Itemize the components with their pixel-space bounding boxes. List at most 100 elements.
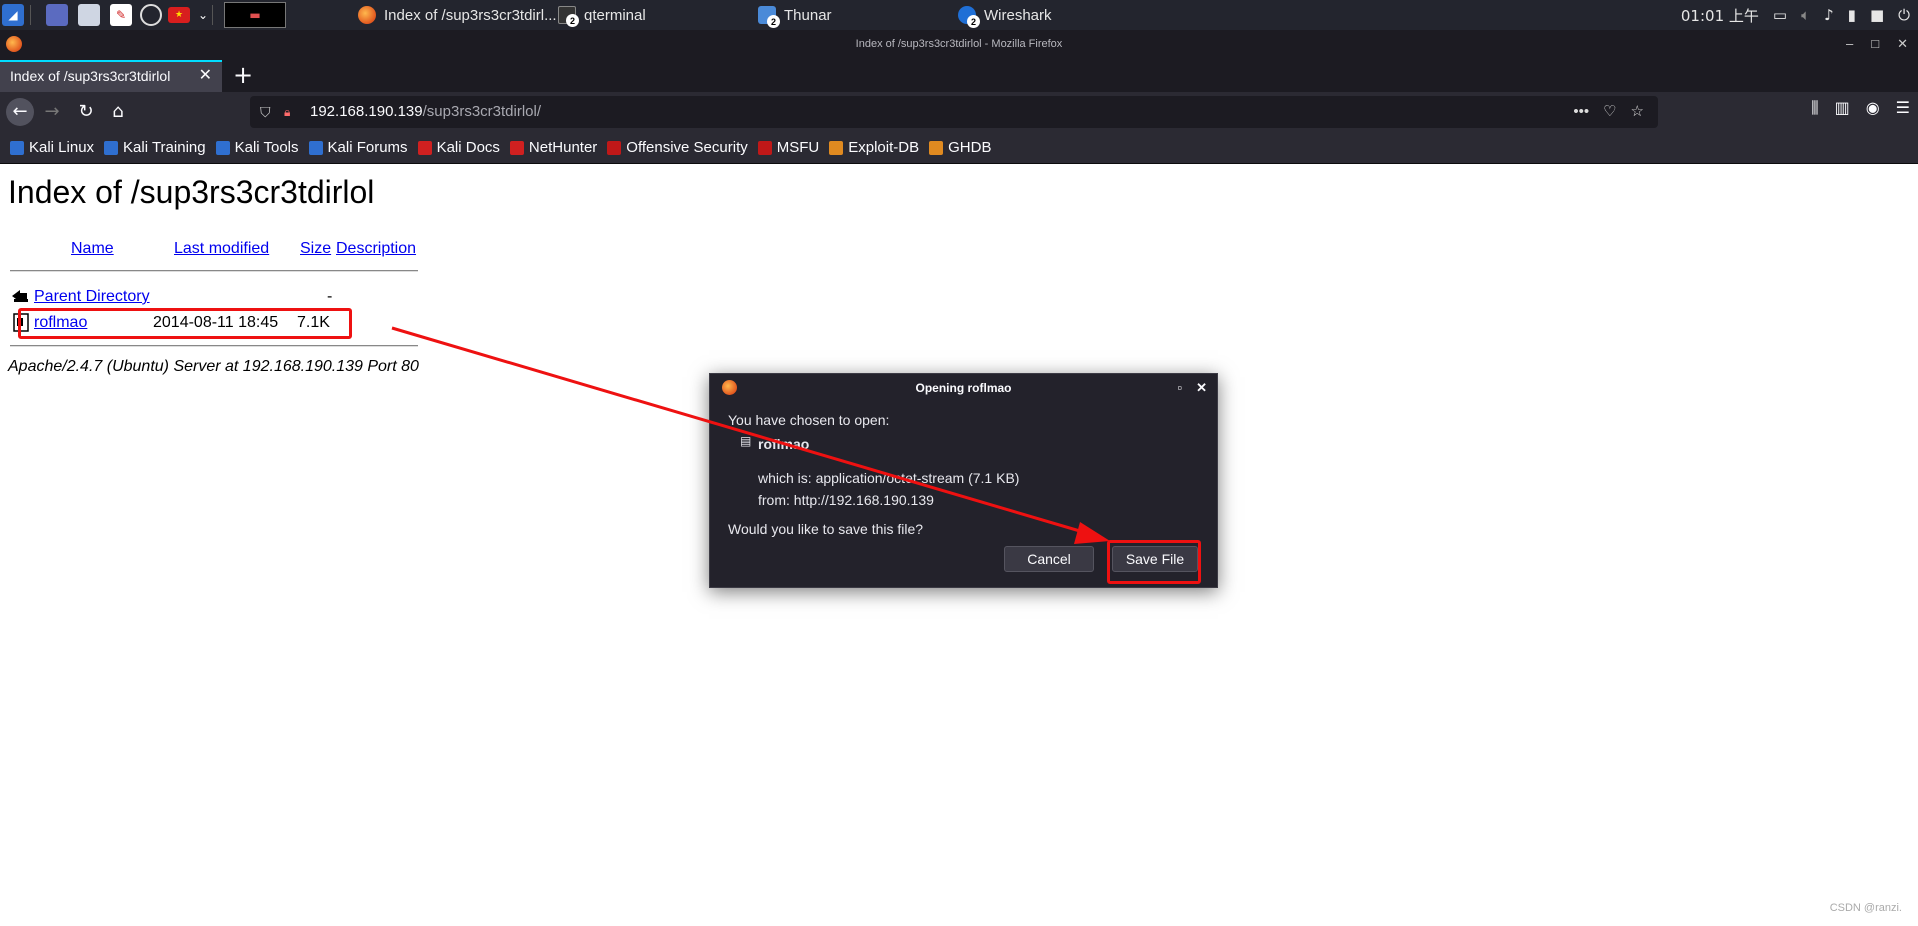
pocket-icon[interactable]: ♡ bbox=[1603, 96, 1616, 128]
taskbar-separator bbox=[212, 5, 213, 25]
column-size[interactable]: Size bbox=[300, 240, 331, 258]
tab-bar: Index of /sup3rs3cr3tdirlol ✕ + bbox=[0, 58, 1918, 92]
bookmark-item[interactable]: Offensive Security bbox=[607, 139, 748, 156]
volume-icon[interactable]: 🔈︎ bbox=[1801, 6, 1810, 24]
bookmark-item[interactable]: Exploit-DB bbox=[829, 139, 919, 156]
bookmark-star-icon[interactable]: ☆ bbox=[1631, 96, 1644, 128]
menu-icon[interactable]: ☰ bbox=[1896, 98, 1910, 118]
column-description[interactable]: Description bbox=[336, 240, 416, 258]
new-tab-button[interactable]: + bbox=[233, 58, 253, 92]
bookmark-icon bbox=[215, 140, 230, 155]
flag-icon[interactable]: ★ bbox=[168, 7, 190, 23]
library-icon[interactable]: ⫼ bbox=[1811, 98, 1818, 118]
bookmark-label: Kali Tools bbox=[234, 139, 299, 156]
lock-icon[interactable]: ■ bbox=[1870, 6, 1884, 24]
wireshark-icon: 2 bbox=[958, 6, 980, 28]
dialog-controls: ▫ ✕ bbox=[1177, 374, 1207, 402]
dialog-question: Would you like to save this file? bbox=[728, 521, 924, 537]
task-badge: 2 bbox=[767, 15, 780, 28]
annotation-box-file bbox=[18, 308, 352, 339]
tab-active[interactable]: Index of /sup3rs3cr3tdirlol ✕ bbox=[0, 60, 222, 92]
terminal-icon[interactable]: ▬ bbox=[224, 2, 286, 28]
shield-icon[interactable]: ⛉ bbox=[260, 96, 271, 128]
insecure-lock-icon[interactable]: 🔒︎ bbox=[284, 96, 290, 128]
reload-button[interactable]: ↻ bbox=[72, 98, 100, 126]
document-icon: ▤ bbox=[740, 434, 752, 448]
nav-bar: ← → ↻ ⌂ ⛉ 🔒︎ 192.168.190.139/sup3rs3cr3t… bbox=[0, 92, 1918, 132]
battery-icon[interactable]: ▮ bbox=[1848, 6, 1856, 24]
bookmark-icon bbox=[104, 140, 119, 155]
firefox-icon bbox=[722, 380, 737, 395]
bookmark-icon bbox=[509, 140, 524, 155]
bookmark-label: Kali Training bbox=[123, 139, 206, 156]
bookmark-item[interactable]: NetHunter bbox=[509, 139, 597, 156]
firefox-icon bbox=[358, 6, 376, 24]
tab-close-icon[interactable]: ✕ bbox=[199, 62, 212, 90]
maximize-icon[interactable]: ▫ bbox=[1177, 374, 1182, 402]
dialog-filetype: which is: application/octet-stream (7.1 … bbox=[758, 470, 1020, 486]
kali-menu-icon[interactable]: ◢ bbox=[2, 4, 24, 26]
task-thunar[interactable]: 2 Thunar bbox=[758, 0, 832, 30]
bookmark-icon bbox=[607, 140, 622, 155]
firefox-icon bbox=[6, 36, 22, 52]
task-label: Index of /sup3rs3cr3tdirl... bbox=[384, 6, 557, 24]
task-label: qterminal bbox=[584, 6, 646, 24]
bookmark-item[interactable]: Kali Training bbox=[104, 139, 206, 156]
close-icon[interactable]: ✕ bbox=[1897, 30, 1908, 58]
task-qterminal[interactable]: 2 qterminal bbox=[558, 0, 646, 30]
bookmark-item[interactable]: Kali Linux bbox=[10, 139, 94, 156]
dialog-titlebar: Opening roflmao ▫ ✕ bbox=[710, 374, 1217, 402]
system-tray: 01:01 上午 ▭ 🔈︎ ♪ ▮ ■ ⏻ bbox=[1681, 0, 1918, 30]
bookmarks-bar: Kali Linux Kali Training Kali Tools Kali Fo… bbox=[0, 132, 1918, 164]
cancel-button[interactable]: Cancel bbox=[1004, 546, 1094, 572]
bookmark-item[interactable]: MSFU bbox=[757, 139, 820, 156]
task-firefox[interactable]: Index of /sup3rs3cr3tdirl... bbox=[358, 0, 557, 30]
task-label: Thunar bbox=[784, 6, 832, 24]
notification-icon[interactable]: ♪ bbox=[1824, 6, 1834, 24]
bookmark-icon bbox=[10, 140, 24, 155]
minimize-icon[interactable]: – bbox=[1846, 30, 1853, 58]
bookmark-item[interactable]: GHDB bbox=[929, 139, 991, 156]
back-folder-icon bbox=[12, 290, 28, 302]
forward-button[interactable]: → bbox=[38, 98, 66, 126]
bookmark-item[interactable]: Kali Docs bbox=[417, 139, 500, 156]
download-dialog: Opening roflmao ▫ ✕ You have chosen to o… bbox=[709, 373, 1218, 588]
url-host: 192.168.190.139 bbox=[310, 103, 423, 120]
maximize-icon[interactable]: □ bbox=[1871, 30, 1879, 58]
url-text[interactable]: 192.168.190.139/sup3rs3cr3tdirlol/ bbox=[310, 96, 541, 128]
home-button[interactable]: ⌂ bbox=[104, 98, 132, 126]
task-wireshark[interactable]: 2 Wireshark bbox=[958, 0, 1052, 30]
browser-icon[interactable] bbox=[140, 4, 162, 26]
url-actions: ••• ♡ ☆ bbox=[1573, 96, 1644, 128]
chevron-down-icon[interactable]: ⌄ bbox=[192, 4, 214, 26]
back-button[interactable]: ← bbox=[6, 98, 34, 126]
page-actions-icon[interactable]: ••• bbox=[1573, 96, 1589, 128]
url-path: /sup3rs3cr3tdirlol/ bbox=[422, 103, 542, 120]
bookmark-icon bbox=[417, 140, 432, 155]
terminal-icon: 2 bbox=[558, 6, 579, 27]
text-editor-icon[interactable]: ✎ bbox=[110, 4, 132, 26]
dialog-chosen-text: You have chosen to open: bbox=[728, 412, 890, 428]
account-icon[interactable]: ◉ bbox=[1866, 98, 1880, 118]
parent-directory-link[interactable]: Parent Directory bbox=[34, 288, 150, 305]
bookmark-item[interactable]: Kali Forums bbox=[308, 139, 408, 156]
task-badge: 2 bbox=[566, 14, 579, 27]
bookmark-label: MSFU bbox=[776, 139, 820, 156]
annotation-box-save bbox=[1107, 540, 1201, 584]
url-bar[interactable]: ⛉ 🔒︎ 192.168.190.139/sup3rs3cr3tdirlol/ … bbox=[250, 96, 1658, 128]
task-label: Wireshark bbox=[984, 6, 1052, 24]
dialog-source: from: http://192.168.190.139 bbox=[758, 492, 934, 508]
close-icon[interactable]: ✕ bbox=[1196, 374, 1207, 402]
bookmark-item[interactable]: Kali Tools bbox=[215, 139, 299, 156]
sidebar-icon[interactable]: ▥ bbox=[1835, 98, 1850, 118]
watermark: CSDN @ranzi. bbox=[1829, 902, 1902, 914]
desktop-icon[interactable] bbox=[46, 4, 68, 26]
window-title: Index of /sup3rs3cr3tdirlol - Mozilla Fi… bbox=[855, 38, 1063, 50]
column-name[interactable]: Name bbox=[71, 240, 114, 258]
power-icon[interactable]: ⏻ bbox=[1898, 6, 1910, 24]
display-icon[interactable]: ▭ bbox=[1773, 6, 1787, 24]
divider bbox=[10, 270, 418, 272]
clock[interactable]: 01:01 上午 bbox=[1681, 5, 1759, 26]
file-manager-icon[interactable] bbox=[78, 4, 100, 26]
column-last-modified[interactable]: Last modified bbox=[174, 240, 269, 258]
